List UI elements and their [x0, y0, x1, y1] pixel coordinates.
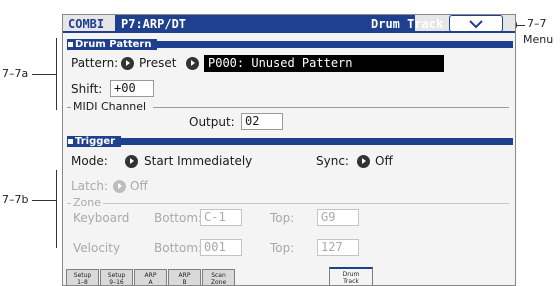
tab-label: ARP	[144, 272, 157, 279]
tab-arp-b[interactable]: ARP B	[168, 269, 201, 286]
tab-arp-a[interactable]: ARP A	[134, 269, 167, 286]
tab-label: Scan	[211, 272, 226, 279]
velocity-top-field[interactable]: 127	[317, 239, 359, 256]
zone-group-line-left	[67, 203, 71, 204]
page-menu-button[interactable]	[449, 15, 503, 32]
tab-sublabel: 1–8	[77, 279, 88, 286]
callout-pattern-bracket	[56, 38, 57, 110]
callout-trigger-bracket	[56, 170, 57, 248]
tab-label: ARP	[178, 272, 191, 279]
tab-drum-track[interactable]: Drum Track	[329, 267, 373, 285]
output-value-field[interactable]: 02	[241, 113, 283, 130]
chevron-down-icon	[469, 20, 483, 29]
keyboard-top-field[interactable]: G9	[317, 209, 359, 226]
midi-channel-group-line-left	[67, 107, 71, 108]
zone-group-label: Zone	[73, 196, 102, 209]
latch-radio[interactable]	[113, 180, 126, 193]
mode-label: COMBI	[68, 17, 105, 31]
keyboard-bottom-field[interactable]: C-1	[200, 209, 242, 226]
callout-menu-ref: 7–7	[527, 17, 547, 30]
page-title: Drum Track	[371, 17, 444, 31]
sync-radio[interactable]	[357, 155, 370, 168]
trigger-section-bar	[67, 138, 513, 145]
callout-trigger-leader	[32, 200, 56, 201]
velocity-top-label: Top:	[270, 241, 295, 255]
tab-sublabel: Zone	[210, 279, 227, 286]
output-label: Output:	[189, 115, 235, 129]
trigger-mode-radio[interactable]	[125, 155, 138, 168]
tab-sublabel: 9–16	[109, 279, 124, 286]
callout-trigger-ref: 7–7b	[2, 193, 29, 206]
tab-sublabel: B	[182, 279, 187, 286]
pattern-bank-radio[interactable]	[121, 57, 134, 70]
keyboard-label: Keyboard	[73, 211, 130, 225]
tab-scan-zone[interactable]: Scan Zone	[202, 269, 235, 286]
tab-sublabel: A	[148, 279, 153, 286]
pattern-bank-value[interactable]: Preset	[139, 56, 176, 70]
sync-value[interactable]: Off	[375, 154, 393, 168]
page-name: P7:ARP/DT	[121, 17, 187, 31]
drum-pattern-section-title: Drum Pattern	[67, 39, 158, 50]
midi-channel-group-line-right	[153, 107, 509, 108]
callout-pattern-leader	[32, 74, 56, 75]
tab-setup-9-16[interactable]: Setup 9–16	[100, 269, 133, 286]
callout-pattern-ref: 7–7a	[2, 67, 29, 80]
latch-label: Latch:	[71, 179, 108, 193]
shift-value-field[interactable]: +00	[110, 80, 154, 97]
pattern-label: Pattern:	[71, 56, 119, 70]
keyboard-top-label: Top:	[270, 211, 295, 225]
tab-label: Setup	[107, 272, 126, 279]
page-header: COMBI P7:ARP/DT Drum Track	[63, 15, 515, 33]
page-tabs: Setup 1–8 Setup 9–16 ARP A ARP B Scan Zo…	[63, 267, 515, 286]
trigger-section-title: Trigger	[67, 136, 122, 147]
midi-channel-group-label: MIDI Channel	[73, 100, 147, 113]
shift-label: Shift:	[71, 82, 103, 96]
zone-group-line-right	[103, 203, 509, 204]
latch-value[interactable]: Off	[130, 179, 148, 193]
pattern-value-field[interactable]: P000: Unused Pattern	[204, 55, 444, 72]
pattern-select-radio[interactable]	[186, 57, 199, 70]
keyboard-bottom-label: Bottom:	[154, 211, 203, 225]
tab-label: Drum	[342, 271, 360, 278]
callout-menu-label: Menu	[523, 33, 554, 46]
velocity-label: Velocity	[73, 241, 121, 255]
sync-label: Sync:	[316, 154, 349, 168]
tab-label: Setup	[73, 272, 92, 279]
drum-track-screen: COMBI P7:ARP/DT Drum Track Drum Pattern …	[62, 14, 516, 286]
tab-setup-1-8[interactable]: Setup 1–8	[66, 269, 99, 286]
velocity-bottom-field[interactable]: 001	[200, 239, 242, 256]
velocity-bottom-label: Bottom:	[154, 241, 203, 255]
trigger-mode-value[interactable]: Start Immediately	[144, 154, 252, 168]
tab-sublabel: Track	[343, 278, 359, 285]
mode-field-label: Mode:	[71, 154, 108, 168]
